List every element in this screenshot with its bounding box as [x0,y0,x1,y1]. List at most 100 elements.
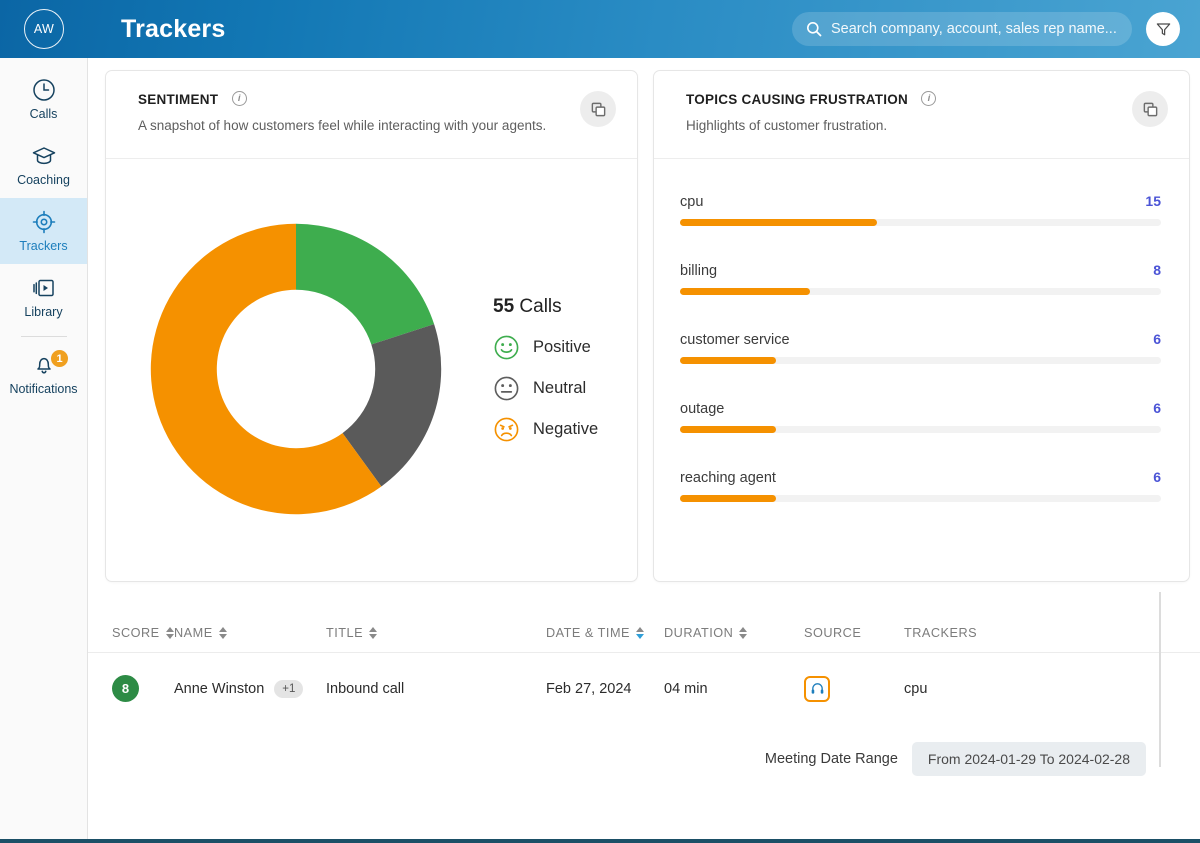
sort-icon[interactable] [636,627,644,639]
calls-table: SCORE NAME TITLE DATE & TIME DURATIONSOURCE T… [88,582,1200,794]
logo-container: AW [0,0,88,58]
headset-icon [810,681,825,696]
bar-value: 6 [1153,331,1161,347]
bar-label: outage [680,401,724,417]
bar-fill [680,426,776,433]
sidebar-item-library[interactable]: Library [0,264,87,330]
header-label: DATE & TIME [546,626,630,640]
target-crosshair-icon [31,209,57,235]
copy-icon [1142,101,1159,118]
sentiment-donut-chart [131,204,461,534]
header-label: SCORE [112,626,160,640]
info-icon[interactable]: i [232,91,247,106]
copy-button[interactable] [1132,91,1168,127]
bar-fill [680,288,810,295]
sort-icon[interactable] [166,627,174,639]
sidebar-item-label: Library [24,306,62,319]
sentiment-card: SENTIMENT i A snapshot of how customers … [105,70,638,582]
table-header-duration[interactable]: DURATION [664,626,804,640]
legend-item-positive: Positive [493,334,598,361]
header-label: SOURCE [804,626,861,640]
calls-total-unit: Calls [519,296,561,317]
meeting-date-range: Meeting Date Range From 2024-01-29 To 20… [88,724,1200,794]
source-button[interactable] [804,676,830,702]
legend-label: Positive [533,338,591,357]
header-actions: Search company, account, sales rep name.… [792,12,1200,46]
graduation-cap-icon [31,143,57,169]
sidebar-item-calls[interactable]: Calls [0,66,87,132]
frustration-bars: cpu15 billing8 customer service 6 outage 6 rea… [654,159,1189,502]
table-header-title[interactable]: TITLE [326,626,546,640]
table-header-score[interactable]: SCORE [112,626,174,640]
frustration-bar-row[interactable]: customer service 6 [680,331,1161,364]
calls-total-value: 55 [493,296,514,317]
copy-icon [590,101,607,118]
sentiment-legend: 55 Calls Positive [493,296,598,443]
library-cards-icon [31,275,57,301]
sidebar-item-label: Coaching [17,174,70,187]
table-row[interactable]: 8 Anne Winston+1Inbound callFeb 27, 20240… [88,652,1200,724]
filter-funnel-icon [1155,21,1172,38]
bar-fill [680,219,877,226]
copy-button[interactable] [580,91,616,127]
cell-title: Inbound call [326,681,546,697]
smiley-sad-icon [493,416,520,443]
info-icon[interactable]: i [921,91,936,106]
sidebar-item-trackers[interactable]: Trackers [0,198,87,264]
bar-label: customer service [680,332,790,348]
search-icon [806,21,822,37]
sidebar-item-notifications[interactable]: 1 Notifications [0,341,87,407]
table-header-row: SCORE NAME TITLE DATE & TIME DURATIONSOURCE T… [88,614,1200,652]
frustration-bar-row[interactable]: cpu15 [680,193,1161,226]
extra-participants-badge[interactable]: +1 [274,680,303,698]
bar-track [680,219,1161,226]
header-label: TRACKERS [904,626,977,640]
search-input[interactable]: Search company, account, sales rep name.… [792,12,1132,46]
search-placeholder: Search company, account, sales rep name.… [831,21,1117,37]
sort-icon[interactable] [739,627,747,639]
bar-value: 8 [1153,262,1161,278]
sidebar-item-coaching[interactable]: Coaching [0,132,87,198]
smiley-happy-icon [493,334,520,361]
frustration-bar-row[interactable]: reaching agent6 [680,469,1161,502]
frustration-card-title: TOPICS CAUSING FRUSTRATION [686,92,908,107]
frustration-bar-row[interactable]: billing8 [680,262,1161,295]
avatar-logo[interactable]: AW [24,9,64,49]
cell-name: Anne Winston+1 [174,680,326,698]
page-title: Trackers [121,15,225,44]
cell-source [804,676,904,702]
calls-total: 55 Calls [493,296,598,318]
bar-value: 15 [1145,193,1161,209]
sidebar: Calls Coaching Trackers Library [0,58,88,843]
sentiment-card-title: SENTIMENT [138,92,218,107]
score-badge: 8 [112,675,139,702]
donut-slice-positive[interactable] [296,224,434,345]
sort-icon[interactable] [219,627,227,639]
frustration-bar-row[interactable]: outage 6 [680,400,1161,433]
legend-label: Negative [533,420,598,439]
legend-item-negative: Negative [493,416,598,443]
notifications-badge: 1 [50,349,69,368]
table-header-date-time[interactable]: DATE & TIME [546,626,664,640]
main-content: SENTIMENT i A snapshot of how customers … [88,58,1200,843]
vertical-scrollbar[interactable] [1159,592,1161,767]
bar-label: reaching agent [680,470,776,486]
cell-duration: 04 min [664,681,804,697]
date-range-value[interactable]: From 2024-01-29 To 2024-02-28 [912,742,1146,776]
table-header-trackers: TRACKERS [904,626,1024,640]
header-label: NAME [174,626,213,640]
sentiment-card-header: SENTIMENT i A snapshot of how customers … [106,71,637,159]
filter-button[interactable] [1146,12,1180,46]
bottom-bar [0,839,1200,843]
cell-score: 8 [112,675,174,702]
bar-value: 6 [1153,400,1161,416]
bar-track [680,357,1161,364]
sort-icon[interactable] [369,627,377,639]
frustration-card: TOPICS CAUSING FRUSTRATION i Highlights … [653,70,1190,582]
cell-date: Feb 27, 2024 [546,681,664,697]
header-label: TITLE [326,626,363,640]
table-header-name[interactable]: NAME [174,626,326,640]
app-root: AW Trackers Search company, account, sal… [0,0,1200,843]
legend-item-neutral: Neutral [493,375,598,402]
table-body: 8 Anne Winston+1Inbound callFeb 27, 20240… [88,652,1200,724]
